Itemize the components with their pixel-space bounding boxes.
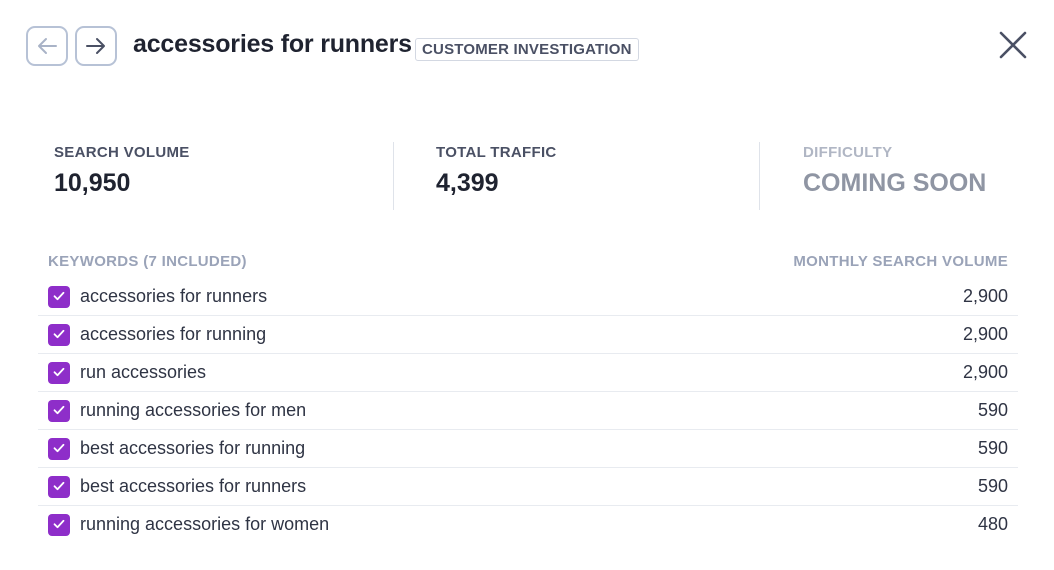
keyword-checkbox[interactable] xyxy=(48,514,70,536)
table-row: best accessories for runners 590 xyxy=(38,468,1018,506)
keyword-volume: 590 xyxy=(977,400,1008,420)
monthly-volume-header: MONTHLY SEARCH VOLUME xyxy=(793,253,1008,270)
stat-divider xyxy=(393,142,394,210)
page-title: accessories for runners xyxy=(133,30,412,58)
keyword-volume: 590 xyxy=(977,438,1008,458)
keyword-list: accessories for runners 2,900 accessorie… xyxy=(38,278,1018,544)
keyword-text: accessories for running xyxy=(80,324,267,344)
keyword-text: best accessories for running xyxy=(80,438,306,458)
table-row: running accessories for women 480 xyxy=(38,506,1018,544)
back-button[interactable] xyxy=(26,26,68,66)
stat-divider xyxy=(759,142,760,210)
close-button[interactable] xyxy=(996,30,1030,64)
table-row: accessories for running 2,900 xyxy=(38,316,1018,354)
keyword-checkbox[interactable] xyxy=(48,400,70,422)
keywords-header: KEYWORDS (7 INCLUDED) MONTHLY SEARCH VOL… xyxy=(48,253,1008,273)
arrow-right-icon xyxy=(85,37,107,55)
table-row: accessories for runners 2,900 xyxy=(38,278,1018,316)
stat-difficulty: DIFFICULTY COMING SOON xyxy=(803,138,986,198)
stat-value: COMING SOON xyxy=(803,169,987,197)
table-row: best accessories for running 590 xyxy=(38,430,1018,468)
stat-label: SEARCH VOLUME xyxy=(54,144,190,161)
stats-panel: SEARCH VOLUME 10,950 TOTAL TRAFFIC 4,399… xyxy=(0,138,1054,218)
keyword-text: running accessories for women xyxy=(80,514,330,534)
keyword-volume: 2,900 xyxy=(962,362,1008,382)
checkmark-icon xyxy=(53,440,65,458)
keyword-volume: 2,900 xyxy=(962,324,1008,344)
stat-label: TOTAL TRAFFIC xyxy=(436,144,557,161)
stat-value: 4,399 xyxy=(436,169,499,197)
modal-header: accessories for runners CUSTOMER INVESTI… xyxy=(0,0,1054,100)
stat-label: DIFFICULTY xyxy=(803,144,893,161)
keywords-count-label: KEYWORDS (7 INCLUDED) xyxy=(48,253,247,270)
keyword-volume: 590 xyxy=(977,476,1008,496)
stat-total-traffic: TOTAL TRAFFIC 4,399 xyxy=(436,138,557,198)
keyword-text: run accessories xyxy=(80,362,207,382)
keyword-checkbox[interactable] xyxy=(48,362,70,384)
keyword-text: best accessories for runners xyxy=(80,476,307,496)
stat-value: 10,950 xyxy=(54,169,131,197)
checkmark-icon xyxy=(53,402,65,420)
close-icon xyxy=(998,30,1028,65)
checkmark-icon xyxy=(53,364,65,382)
keyword-checkbox[interactable] xyxy=(48,324,70,346)
keyword-volume: 2,900 xyxy=(962,286,1008,306)
keyword-volume: 480 xyxy=(977,514,1008,534)
stat-search-volume: SEARCH VOLUME 10,950 xyxy=(54,138,190,198)
keyword-text: running accessories for men xyxy=(80,400,307,420)
table-row: running accessories for men 590 xyxy=(38,392,1018,430)
arrow-left-icon xyxy=(36,37,58,55)
checkmark-icon xyxy=(53,326,65,344)
checkmark-icon xyxy=(53,478,65,496)
forward-button[interactable] xyxy=(75,26,117,66)
checkmark-icon xyxy=(53,516,65,534)
category-badge: CUSTOMER INVESTIGATION xyxy=(415,38,639,61)
checkmark-icon xyxy=(53,288,65,306)
keyword-checkbox[interactable] xyxy=(48,438,70,460)
keyword-checkbox[interactable] xyxy=(48,286,70,308)
table-row: run accessories 2,900 xyxy=(38,354,1018,392)
keyword-text: accessories for runners xyxy=(80,286,268,306)
keyword-checkbox[interactable] xyxy=(48,476,70,498)
